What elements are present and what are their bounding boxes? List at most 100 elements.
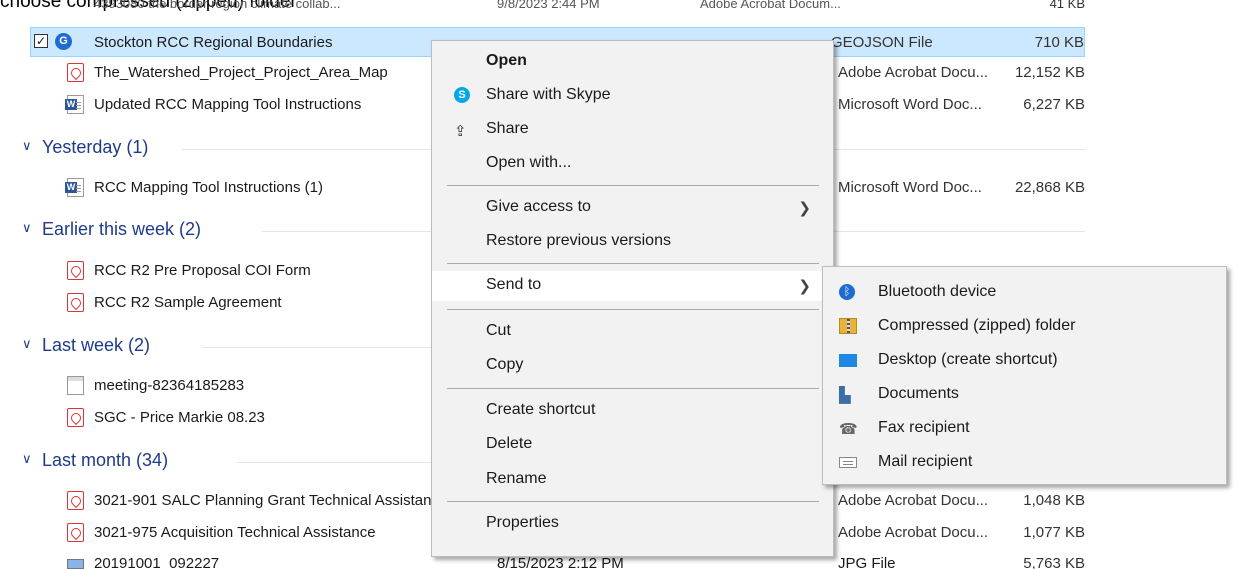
menu-separator bbox=[447, 185, 819, 186]
file-name: RCC Mapping Tool Instructions (1) bbox=[94, 179, 323, 196]
menu-separator bbox=[447, 501, 819, 502]
menu-item-properties[interactable]: Properties bbox=[432, 509, 833, 539]
menu-item-give-access[interactable]: Give access to ❯ bbox=[432, 193, 833, 223]
file-name: 20191001_092227 bbox=[94, 555, 220, 569]
chevron-down-icon: ∨ bbox=[22, 138, 32, 153]
submenu-item-documents[interactable]: ▙ Documents bbox=[823, 377, 1226, 411]
menu-label: Delete bbox=[486, 435, 533, 452]
submenu-item-fax-recipient[interactable]: ☎ Fax recipient bbox=[823, 411, 1226, 445]
file-size: 1,077 KB bbox=[1023, 524, 1085, 541]
submenu-label: Documents bbox=[878, 385, 959, 402]
menu-item-delete[interactable]: Delete bbox=[432, 430, 833, 460]
desktop-icon bbox=[839, 354, 857, 367]
file-size: 22,868 KB bbox=[1014, 179, 1085, 196]
share-icon: ⇪ bbox=[454, 123, 467, 140]
file-name: meeting-82364185283 bbox=[94, 377, 245, 394]
submenu-item-compressed-zipped-folder[interactable]: Compressed (zipped) folder bbox=[823, 309, 1226, 343]
file-size: 6,227 KB bbox=[1023, 96, 1085, 113]
file-type: Adobe Acrobat Docum... bbox=[700, 0, 841, 11]
submenu-label: Desktop (create shortcut) bbox=[878, 351, 1058, 368]
pdf-file-icon bbox=[67, 491, 84, 510]
file-size: 710 KB bbox=[1034, 34, 1084, 51]
documents-icon: ▙ bbox=[839, 387, 851, 404]
checkbox-checked-icon[interactable]: ✓ bbox=[34, 34, 48, 48]
file-size: 1,048 KB bbox=[1023, 492, 1085, 509]
file-type: Microsoft Word Doc... bbox=[838, 96, 982, 113]
image-file-icon bbox=[67, 559, 84, 569]
pdf-file-icon bbox=[67, 63, 84, 82]
file-type: JPG File bbox=[838, 555, 896, 569]
fax-icon: ☎ bbox=[839, 421, 858, 438]
calendar-file-icon bbox=[67, 376, 84, 395]
file-date: 8/15/2023 2:12 PM bbox=[497, 555, 624, 569]
menu-label: Rename bbox=[486, 470, 547, 487]
menu-separator bbox=[447, 309, 819, 310]
submenu-item-desktop-create-shortcut[interactable]: Desktop (create shortcut) bbox=[823, 343, 1226, 377]
menu-separator bbox=[447, 263, 819, 264]
file-name: Stockton RCC Regional Boundaries bbox=[94, 34, 333, 51]
chevron-right-icon: ❯ bbox=[798, 278, 811, 295]
submenu-label: Mail recipient bbox=[878, 453, 973, 470]
file-type: Microsoft Word Doc... bbox=[838, 179, 982, 196]
chevron-right-icon: ❯ bbox=[798, 200, 811, 217]
file-name: 3021-901 SALC Planning Grant Technical A… bbox=[94, 492, 448, 509]
mail-icon bbox=[839, 457, 857, 468]
context-menu: Open S Share with Skype ⇪ Share Open wit… bbox=[431, 40, 834, 557]
file-name: SGC - Price Markie 08.23 bbox=[94, 409, 265, 426]
menu-item-send-to[interactable]: Send to ❯ bbox=[432, 271, 833, 301]
file-name: 4393080 the border region climate collab… bbox=[94, 0, 341, 11]
menu-label: Restore previous versions bbox=[486, 232, 671, 249]
menu-label: Properties bbox=[486, 514, 559, 531]
file-size: 41 KB bbox=[1049, 0, 1085, 11]
file-date: 9/8/2023 2:44 PM bbox=[497, 0, 600, 11]
menu-item-cut[interactable]: Cut bbox=[432, 317, 833, 347]
pdf-file-icon bbox=[67, 408, 84, 427]
menu-label: Open bbox=[486, 52, 527, 69]
menu-item-open-with[interactable]: Open with... bbox=[432, 149, 833, 179]
file-name: RCC R2 Pre Proposal COI Form bbox=[94, 262, 311, 279]
menu-item-rename[interactable]: Rename bbox=[432, 465, 833, 495]
file-size: 5,763 KB bbox=[1023, 555, 1085, 569]
menu-separator bbox=[447, 388, 819, 389]
menu-item-share[interactable]: ⇪ Share bbox=[432, 115, 833, 145]
menu-label: Copy bbox=[486, 356, 524, 373]
chevron-down-icon: ∨ bbox=[22, 451, 32, 466]
submenu-item-bluetooth-device[interactable]: ᛒ Bluetooth device bbox=[823, 275, 1226, 309]
file-size: 12,152 KB bbox=[1014, 64, 1085, 81]
menu-item-copy[interactable]: Copy bbox=[432, 351, 833, 381]
file-name: Updated RCC Mapping Tool Instructions bbox=[94, 96, 362, 113]
menu-label: Send to bbox=[486, 276, 542, 293]
file-row-clipped[interactable]: 4393080 the border region climate collab… bbox=[0, 0, 1085, 26]
group-title: Yesterday (1) bbox=[42, 137, 149, 157]
submenu-label: Compressed (zipped) folder bbox=[878, 317, 1076, 334]
menu-label: Open with... bbox=[486, 154, 572, 171]
menu-item-restore-previous-versions[interactable]: Restore previous versions bbox=[432, 227, 833, 257]
geojson-file-icon: G bbox=[55, 33, 72, 50]
file-name: 3021-975 Acquisition Technical Assistanc… bbox=[94, 524, 376, 541]
submenu-label: Fax recipient bbox=[878, 419, 970, 436]
menu-label: Give access to bbox=[486, 198, 591, 215]
send-to-submenu: ᛒ Bluetooth device Compressed (zipped) f… bbox=[822, 266, 1227, 485]
menu-label: Cut bbox=[486, 322, 511, 339]
group-title: Last week (2) bbox=[42, 335, 151, 355]
menu-label: Create shortcut bbox=[486, 401, 596, 418]
group-title: Last month (34) bbox=[42, 450, 169, 470]
submenu-item-mail-recipient[interactable]: Mail recipient bbox=[823, 445, 1226, 479]
word-file-icon bbox=[65, 95, 84, 114]
zip-folder-icon bbox=[839, 318, 857, 334]
menu-item-open[interactable]: Open bbox=[432, 47, 833, 77]
menu-item-create-shortcut[interactable]: Create shortcut bbox=[432, 396, 833, 426]
file-type: GEOJSON File bbox=[831, 34, 933, 51]
bluetooth-icon: ᛒ bbox=[839, 284, 855, 300]
group-title: Earlier this week (2) bbox=[42, 219, 202, 239]
submenu-label: Bluetooth device bbox=[878, 283, 997, 300]
menu-item-share-with-skype[interactable]: S Share with Skype bbox=[432, 81, 833, 111]
chevron-down-icon: ∨ bbox=[22, 220, 32, 235]
pdf-file-icon bbox=[67, 293, 84, 312]
skype-icon: S bbox=[454, 87, 470, 103]
menu-label: Share with Skype bbox=[486, 86, 611, 103]
file-name: The_Watershed_Project_Project_Area_Map bbox=[94, 64, 388, 81]
pdf-file-icon bbox=[67, 523, 84, 542]
file-name: RCC R2 Sample Agreement bbox=[94, 294, 282, 311]
word-file-icon bbox=[65, 178, 84, 197]
